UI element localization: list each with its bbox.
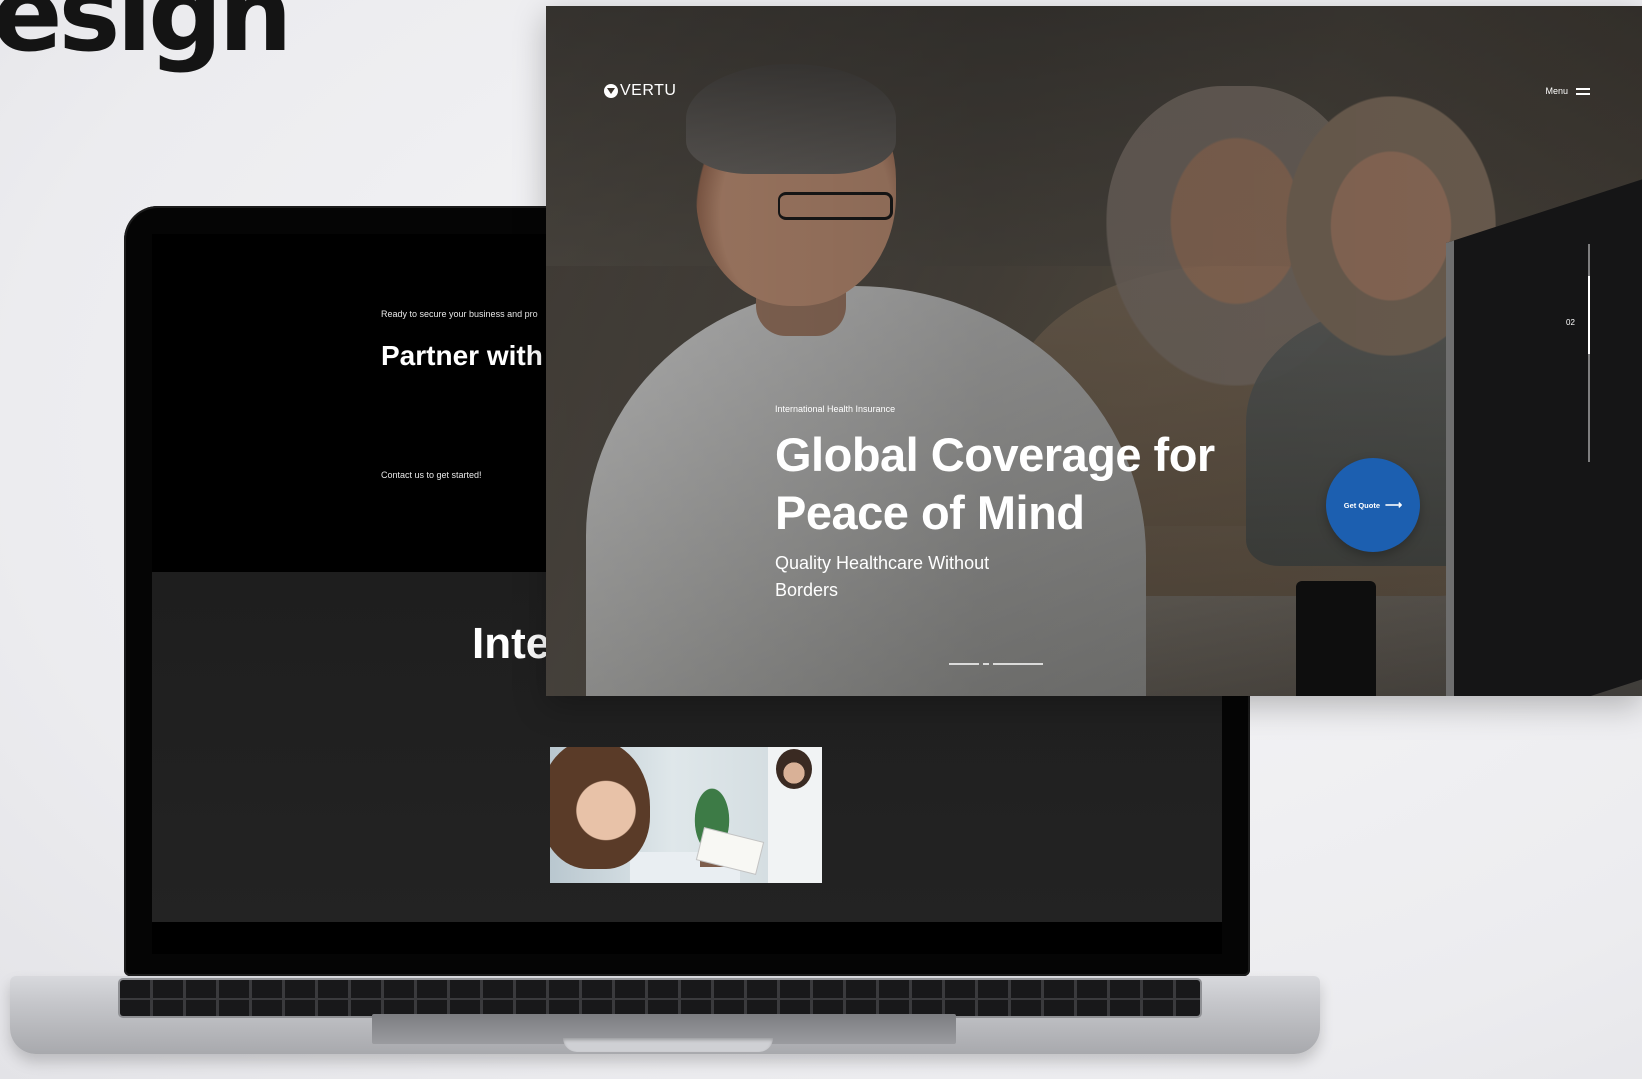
menu-label: Menu — [1545, 86, 1568, 96]
hamburger-icon — [1576, 88, 1590, 95]
slide-progress-indicator — [1588, 276, 1590, 354]
pager-dot[interactable] — [993, 663, 1043, 665]
laptop-eyebrow: Ready to secure your business and pro — [381, 309, 538, 319]
slide-pager — [949, 663, 1043, 665]
logo-icon — [604, 84, 618, 98]
hero-section: VERTU Menu 02 International Health Insur… — [546, 6, 1642, 696]
hero-subtitle: Quality Healthcare Without Borders — [775, 553, 990, 600]
hero-title: Global Coverage for Peace of Mind — [775, 428, 1215, 539]
pager-dot[interactable] — [983, 663, 989, 665]
laptop-contact-text: Contact us to get started! — [381, 470, 482, 480]
slide-number: 02 — [1566, 318, 1575, 327]
laptop-base — [10, 976, 1320, 1054]
brand-logo[interactable]: VERTU — [604, 82, 676, 100]
arrow-right-icon: ⟶ — [1385, 498, 1403, 512]
hero-eyebrow: International Health Insurance — [775, 404, 896, 414]
menu-button[interactable]: Menu — [1545, 86, 1590, 96]
logo-text: VERTU — [620, 82, 677, 99]
insurance-photo — [550, 747, 822, 883]
pager-dot[interactable] — [949, 663, 979, 665]
laptop-notch — [563, 1038, 773, 1052]
get-quote-button[interactable]: Get Quote ⟶ — [1326, 458, 1420, 552]
get-quote-label: Get Quote — [1343, 500, 1381, 510]
page-heading: esign — [0, 0, 293, 75]
